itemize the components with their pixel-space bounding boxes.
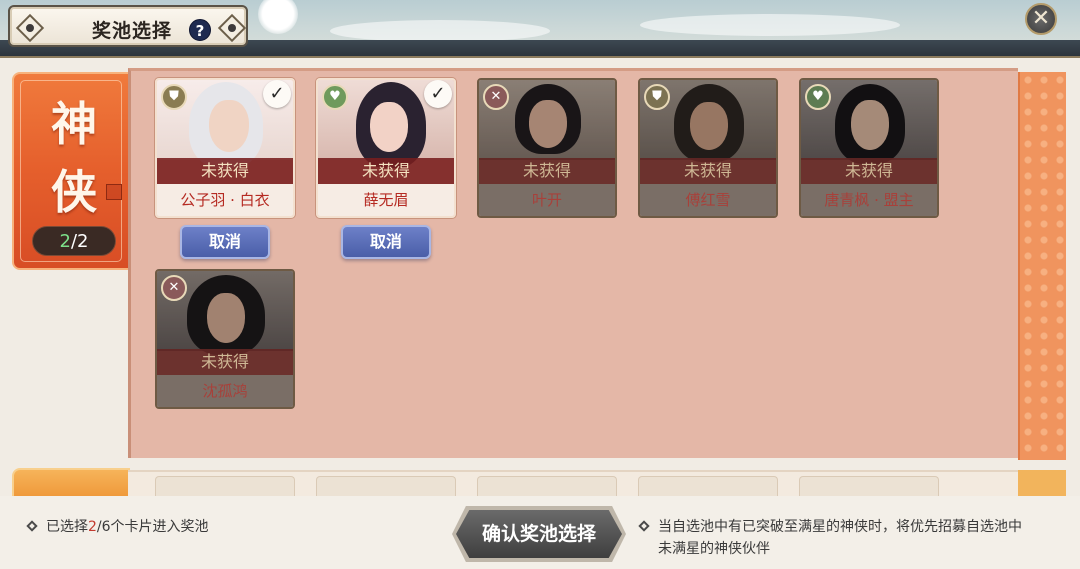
heart-icon: ♥ xyxy=(322,84,348,110)
close-button[interactable]: ✕ xyxy=(1025,3,1057,35)
status-label: 未获得 xyxy=(479,158,615,184)
crossed-swords-icon: ✕ xyxy=(161,275,187,301)
selection-count-badge: 2/2 xyxy=(32,226,116,256)
category-title: 神 侠 xyxy=(44,90,104,226)
status-label: 未获得 xyxy=(801,158,937,184)
face-shape xyxy=(209,100,249,152)
shield-icon: ⛊ xyxy=(644,84,670,110)
status-label: 未获得 xyxy=(640,158,776,184)
partial-card xyxy=(799,476,939,496)
partial-card xyxy=(638,476,778,496)
crossed-swords-icon: ✕ xyxy=(483,84,509,110)
cancel-selection-button[interactable]: 取消 xyxy=(180,225,270,259)
cancel-selection-button[interactable]: 取消 xyxy=(341,225,431,259)
confirm-pool-button[interactable]: 确认奖池选择 xyxy=(456,510,622,558)
face-shape xyxy=(370,102,408,152)
panel-pattern-border xyxy=(1018,72,1066,460)
selected-count: 2 xyxy=(59,231,71,252)
partial-card xyxy=(155,476,295,496)
pool-rule-text: 当自选池中有已突破至满星的神侠时，将优先招募自选池中未满星的神侠伙伴 xyxy=(658,519,1022,557)
hero-card[interactable]: ♥ 未获得 唐青枫 · 盟主 xyxy=(799,78,939,218)
hero-card[interactable]: ⛊ ✓ 未获得 公子羽 · 白衣 xyxy=(155,78,295,218)
hero-card[interactable]: ✕ 未获得 沈孤鸿 xyxy=(155,269,295,409)
partial-card xyxy=(316,476,456,496)
category-tab-shenxia[interactable]: 神 侠 2/2 xyxy=(12,72,130,270)
hero-name: 傅红雪 xyxy=(640,184,776,216)
summary-suffix: /6个卡片进入奖池 xyxy=(96,519,209,535)
status-label: 未获得 xyxy=(318,158,454,184)
moon-decoration xyxy=(258,0,298,34)
status-label: 未获得 xyxy=(157,349,293,375)
title-plate: 奖池选择 ? xyxy=(8,5,248,47)
hero-card[interactable]: ✕ 未获得 叶开 xyxy=(477,78,617,218)
category-tab-secondary[interactable] xyxy=(12,468,130,498)
cloud-decoration xyxy=(640,14,900,36)
shield-icon: ⛊ xyxy=(161,84,187,110)
panel-pattern-border xyxy=(1018,470,1066,496)
hero-name: 公子羽 · 白衣 xyxy=(157,184,293,216)
category-title-char: 神 xyxy=(51,97,97,151)
selection-summary: 已选择2/6个卡片进入奖池 xyxy=(26,516,209,536)
summary-prefix: 已选择 xyxy=(46,519,88,535)
face-shape xyxy=(207,293,245,343)
help-button[interactable]: ? xyxy=(189,19,211,41)
status-label: 未获得 xyxy=(157,158,293,184)
cloud-decoration xyxy=(330,20,550,42)
hero-name: 沈孤鸿 xyxy=(157,375,293,407)
hero-name: 唐青枫 · 盟主 xyxy=(801,184,937,216)
checkmark-icon: ✓ xyxy=(424,80,452,108)
seal-icon xyxy=(106,184,122,200)
partial-card xyxy=(477,476,617,496)
ornament-icon xyxy=(15,13,45,43)
summary-count: 2 xyxy=(88,519,97,535)
category-title-char: 侠 xyxy=(51,165,97,219)
face-shape xyxy=(529,100,567,148)
page-title: 奖池选择 xyxy=(92,20,173,42)
pool-rule-note: 当自选池中有已突破至满星的神侠时，将优先招募自选池中未满星的神侠伙伴 xyxy=(638,516,1060,560)
hero-card[interactable]: ♥ ✓ 未获得 薛无眉 xyxy=(316,78,456,218)
hero-card[interactable]: ⛊ 未获得 傅红雪 xyxy=(638,78,778,218)
face-shape xyxy=(690,102,728,150)
total-count: /2 xyxy=(70,231,89,252)
checkmark-icon: ✓ xyxy=(263,80,291,108)
hero-name: 薛无眉 xyxy=(318,184,454,216)
hero-name: 叶开 xyxy=(479,184,615,216)
heart-icon: ♥ xyxy=(805,84,831,110)
face-shape xyxy=(851,100,889,150)
diamond-bullet-icon xyxy=(26,520,38,532)
ornament-icon xyxy=(217,13,247,43)
